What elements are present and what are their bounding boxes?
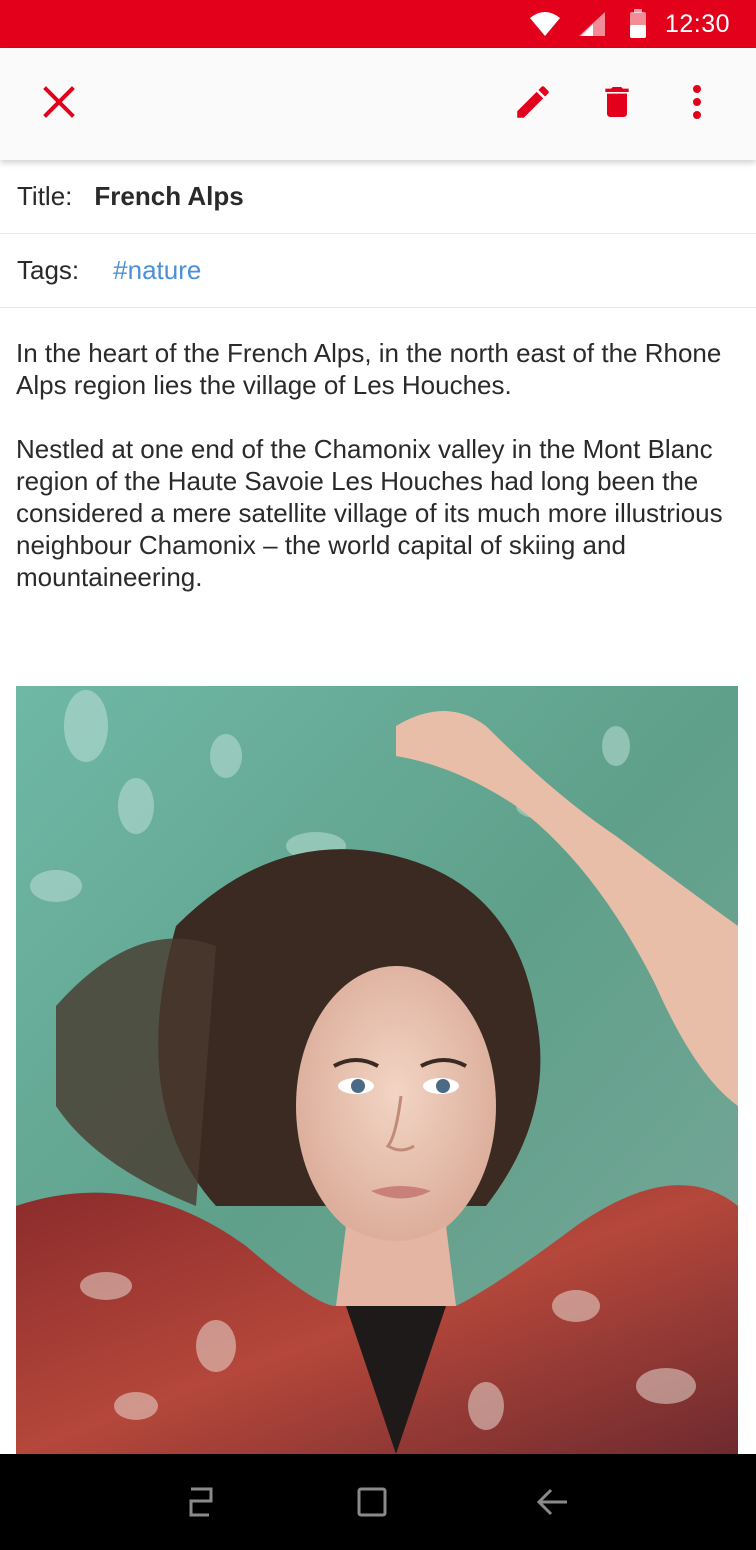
close-button[interactable] [33,78,85,130]
home-icon [356,1486,388,1523]
pencil-icon [512,81,554,128]
status-time: 12:30 [664,9,730,38]
note-body: In the heart of the French Alps, in the … [16,337,741,625]
signal-icon [577,10,607,38]
more-vert-icon [691,84,703,125]
note-title: French Alps [94,181,244,211]
tags-label: Tags: [17,255,80,285]
system-nav-bar [0,1454,756,1550]
back-button[interactable] [532,1484,572,1524]
trash-icon [597,82,637,127]
back-icon [535,1487,569,1522]
status-bar: 12:30 [0,0,756,48]
delete-button[interactable] [591,78,643,130]
more-options-button[interactable] [671,78,723,130]
close-icon [42,85,76,124]
toolbar [0,48,756,160]
title-row: Title: French Alps [0,160,756,234]
wifi-icon [529,10,561,38]
home-button[interactable] [352,1484,392,1524]
note-image[interactable] [16,686,738,1454]
body-paragraph: Nestled at one end of the Chamonix valle… [16,434,723,592]
tag-link[interactable]: #nature [113,255,201,286]
body-paragraph: In the heart of the French Alps, in the … [16,338,722,400]
recents-button[interactable] [180,1484,220,1524]
recents-icon [185,1485,215,1524]
title-label: Title: [17,181,73,211]
status-icons: 12:30 [529,8,730,40]
battery-icon [629,9,647,39]
edit-button[interactable] [507,78,559,130]
tags-row: Tags: #nature [0,234,756,308]
